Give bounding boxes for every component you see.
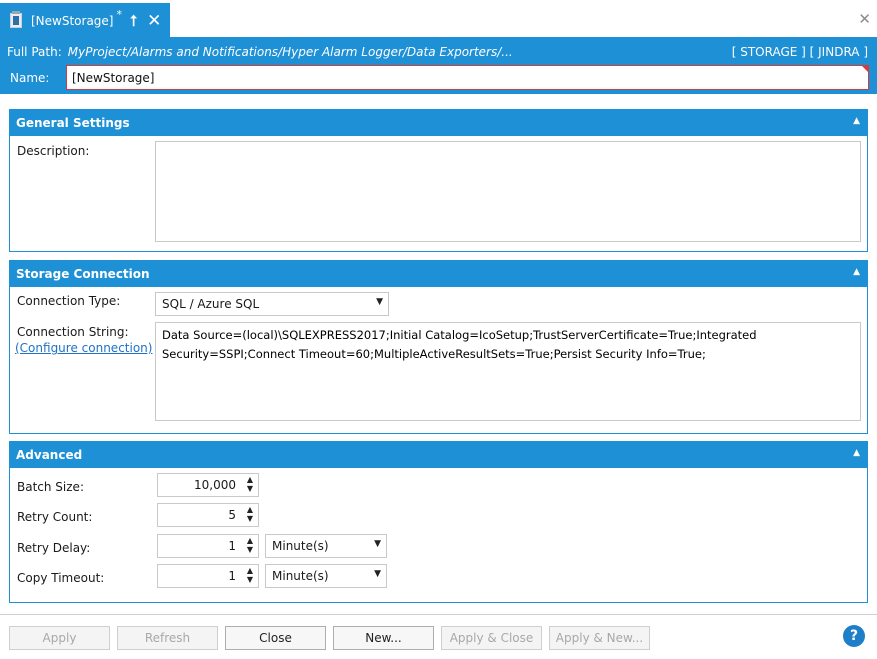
new-button[interactable]: New... (333, 626, 434, 650)
dropdown-arrow-icon: ▼ (376, 297, 383, 307)
connection-type-label: Connection Type: (17, 294, 121, 308)
advanced-title: Advanced (16, 448, 83, 462)
description-field[interactable] (155, 141, 861, 242)
tab-title: [NewStorage] (31, 13, 114, 28)
batch-size-label: Batch Size: (17, 480, 84, 494)
advanced-section: Advanced ▲ Batch Size: 10,000 ▲ ▼ Retry C… (9, 441, 868, 603)
retry-count-stepper[interactable]: 5 ▲ ▼ (157, 503, 259, 527)
apply-new-button[interactable]: Apply & New... (549, 626, 650, 650)
general-settings-section: General Settings ▲ Description: (9, 109, 868, 252)
pin-icon[interactable]: ⭡ (130, 12, 137, 30)
retry-delay-unit-value: Minute(s) (272, 539, 329, 553)
copy-timeout-stepper[interactable]: 1 ▲ ▼ (157, 564, 259, 588)
retry-delay-label: Retry Delay: (17, 541, 91, 555)
storage-icon (10, 11, 22, 28)
connection-type-select[interactable]: SQL / Azure SQL ▼ (155, 292, 389, 316)
retry-delay-unit-select[interactable]: Minute(s) ▼ (265, 534, 387, 558)
full-path-label: Full Path: (7, 45, 62, 59)
dropdown-arrow-icon: ▼ (374, 569, 381, 579)
full-path: Full Path: MyProject/Alarms and Notificat… (7, 45, 513, 59)
spin-icon[interactable]: ▲ ▼ (247, 505, 253, 523)
connection-type-value: SQL / Azure SQL (162, 297, 260, 311)
description-label: Description: (17, 144, 90, 158)
apply-button[interactable]: Apply (9, 626, 110, 650)
storage-connection-section: Storage Connection ▲ Connection Type: SQ… (9, 260, 868, 434)
collapse-icon[interactable]: ▲ (853, 448, 860, 458)
modified-indicator: * (116, 8, 123, 21)
header-bar: Full Path: MyProject/Alarms and Notificat… (0, 38, 877, 94)
full-path-value: MyProject/Alarms and Notifications/Hyper… (67, 45, 513, 59)
configure-connection-link[interactable]: (Configure connection) (15, 341, 152, 355)
spin-icon[interactable]: ▲ ▼ (247, 475, 253, 493)
tab-close-icon[interactable]: ✕ (147, 11, 161, 31)
retry-count-value: 5 (228, 508, 236, 522)
tab-newstorage[interactable]: [NewStorage] * ⭡ ✕ (0, 3, 170, 38)
tab-strip: [NewStorage] * ⭡ ✕ ✕ (0, 0, 877, 38)
name-label: Name: (10, 71, 50, 85)
copy-timeout-label: Copy Timeout: (17, 571, 105, 585)
batch-size-value: 10,000 (194, 478, 236, 492)
storage-connection-title: Storage Connection (16, 267, 150, 281)
retry-delay-stepper[interactable]: 1 ▲ ▼ (157, 534, 259, 558)
collapse-icon[interactable]: ▲ (853, 116, 860, 126)
help-icon[interactable]: ? (843, 625, 865, 647)
advanced-header[interactable]: Advanced ▲ (10, 442, 867, 468)
general-settings-header[interactable]: General Settings ▲ (10, 110, 867, 136)
retry-delay-value: 1 (228, 539, 236, 553)
validation-flag (862, 66, 868, 72)
storage-connection-header[interactable]: Storage Connection ▲ (10, 261, 867, 287)
apply-close-button[interactable]: Apply & Close (441, 626, 542, 650)
window-close-icon[interactable]: ✕ (858, 10, 871, 28)
footer-bar: Apply Refresh Close New... Apply & Close… (0, 614, 877, 659)
copy-timeout-value: 1 (228, 569, 236, 583)
collapse-icon[interactable]: ▲ (853, 267, 860, 277)
batch-size-stepper[interactable]: 10,000 ▲ ▼ (157, 473, 259, 497)
retry-count-label: Retry Count: (17, 510, 93, 524)
spin-icon[interactable]: ▲ ▼ (247, 536, 253, 554)
close-button[interactable]: Close (225, 626, 326, 650)
server-info: [ STORAGE ] [ JINDRA ] (731, 45, 868, 59)
copy-timeout-unit-value: Minute(s) (272, 569, 329, 583)
general-settings-title: General Settings (16, 116, 130, 130)
copy-timeout-unit-select[interactable]: Minute(s) ▼ (265, 564, 387, 588)
dropdown-arrow-icon: ▼ (374, 539, 381, 549)
refresh-button[interactable]: Refresh (117, 626, 218, 650)
spin-icon[interactable]: ▲ ▼ (247, 566, 253, 584)
connection-string-field[interactable]: Data Source=(local)\SQLEXPRESS2017;Initi… (155, 322, 861, 421)
connection-string-label: Connection String: (17, 325, 129, 339)
name-field[interactable] (66, 65, 869, 90)
